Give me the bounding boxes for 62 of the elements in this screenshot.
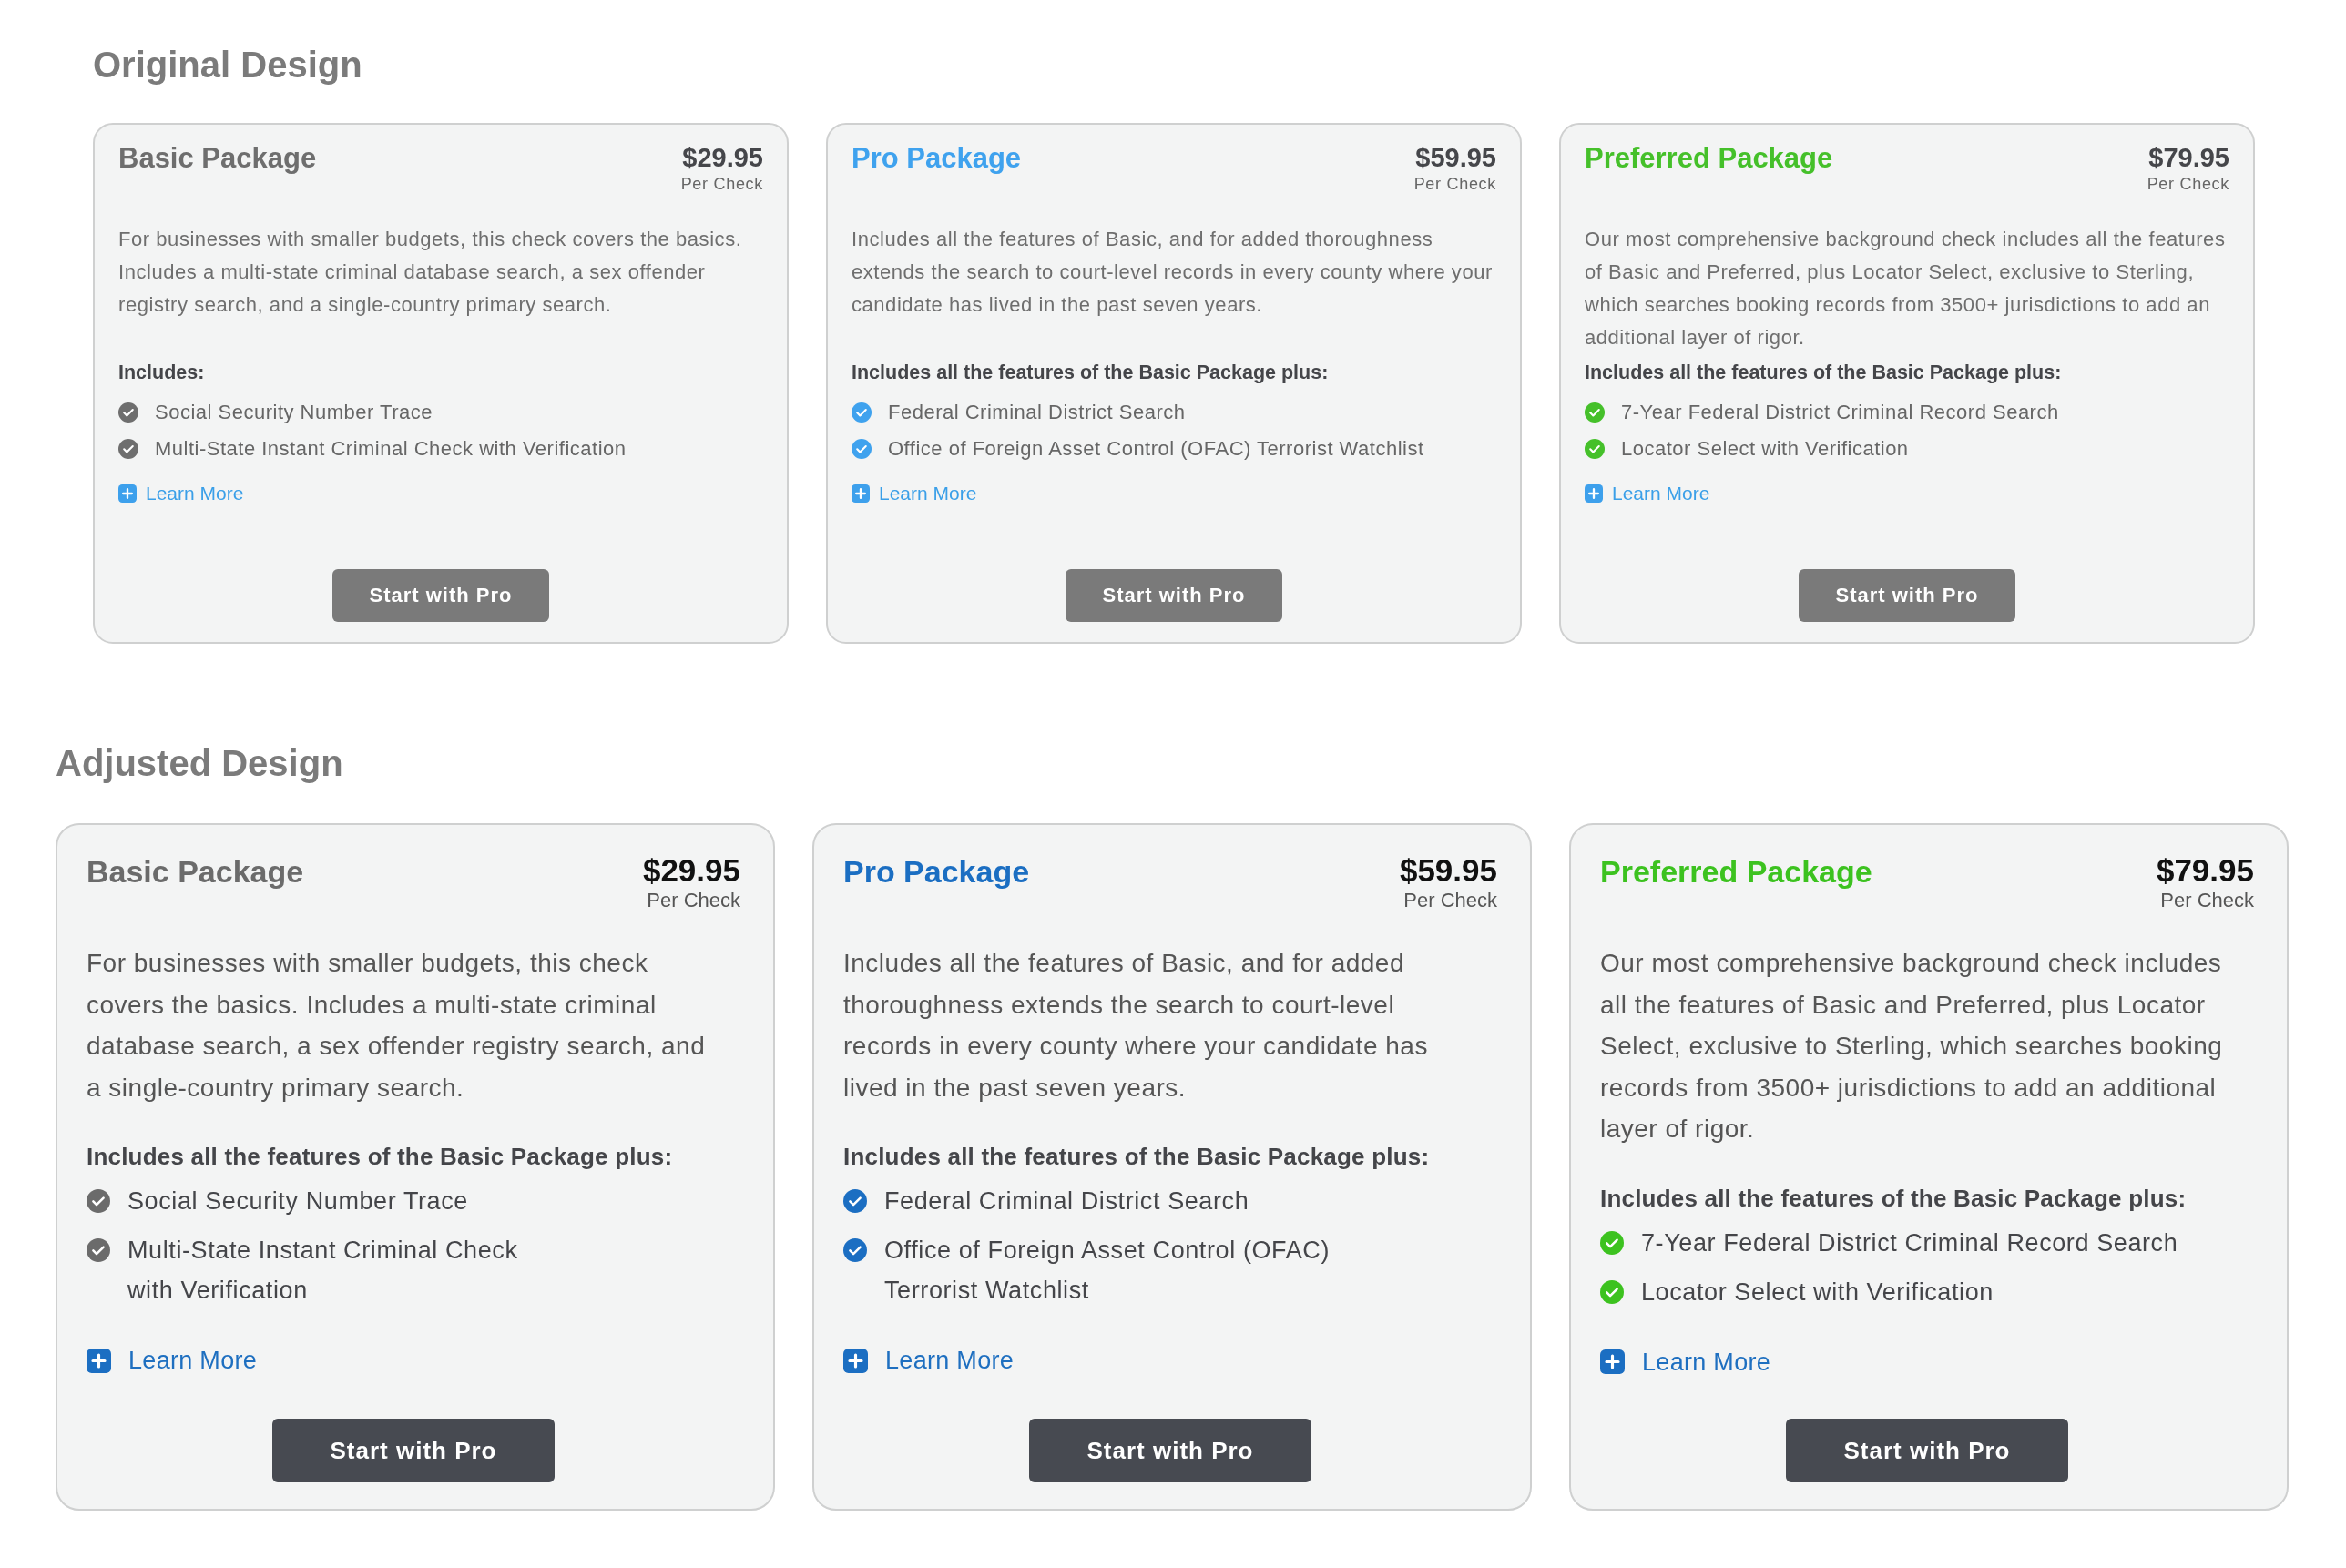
- feature-text: Social Security Number Trace: [128, 1186, 468, 1217]
- feature-text: 7-Year Federal District Criminal Record Search: [1641, 1227, 2178, 1258]
- start-button[interactable]: Start with Pro: [332, 569, 549, 622]
- package-description: For businesses with smaller budgets, this check covers the basics. Includes a multi-state criminal database search, a sex offender registry search, and a single-country primary search.: [87, 948, 707, 1104]
- plus-icon: [1600, 1349, 1625, 1374]
- feature-text: Federal Criminal District Search: [888, 400, 1186, 425]
- learn-more-link[interactable]: Learn More: [87, 1342, 258, 1379]
- learn-more-link[interactable]: Learn More: [1600, 1343, 1771, 1380]
- price-unit: Per Check: [680, 174, 763, 194]
- package-description: Includes all the features of Basic, and for added thoroughness extends the search to court-level records in every county where your candidate has lived in the past seven years.: [843, 948, 1429, 1104]
- price: $59.95: [1415, 142, 1496, 174]
- features-heading: Includes all the features of the Basic Package plus:: [843, 1142, 1431, 1172]
- feature-text: Social Security Number Trace: [155, 400, 433, 425]
- package-description: For businesses with smaller budgets, this check covers the basics. Includes a multi-state criminal database search, a sex offender registry search, and a single-country primary search.: [118, 227, 743, 318]
- package-title: Pro Package: [852, 141, 1022, 175]
- learn-more-link[interactable]: Learn More: [1585, 480, 1710, 507]
- plus-icon: [1585, 484, 1603, 503]
- plus-icon: [87, 1348, 111, 1373]
- learn-more-link[interactable]: Learn More: [843, 1342, 1015, 1379]
- feature-text: Locator Select with Verification: [1641, 1277, 1994, 1308]
- plus-icon: [852, 484, 870, 503]
- feature-text: Federal Criminal District Search: [884, 1186, 1250, 1217]
- price-unit: Per Check: [2147, 174, 2229, 194]
- features-heading: Includes:: [118, 361, 206, 385]
- plus-icon: [843, 1348, 868, 1373]
- package-title: Preferred Package: [1585, 141, 1833, 175]
- package-title: Basic Package: [87, 853, 304, 891]
- package-description: Our most comprehensive background check includes all the features of Basic and Preferred, plus Locator Select, exclusive to Sterling, which searches booking records from 3500+ jurisdictions to add an additional layer of rigor.: [1600, 948, 2224, 1145]
- package-description: Includes all the features of Basic, and for added thoroughness extends the search to court-level records in every county where your candidate has lived in the past seven years.: [852, 227, 1494, 318]
- package-title: Pro Package: [843, 853, 1030, 891]
- price: $29.95: [682, 142, 763, 174]
- feature-text: Office of Foreign Asset Control (OFAC) Terrorist Watchlist: [888, 436, 1424, 462]
- start-button[interactable]: Start with Pro: [1066, 569, 1282, 622]
- section-heading: Adjusted Design: [56, 742, 344, 785]
- start-button[interactable]: Start with Pro: [1029, 1419, 1311, 1482]
- features-heading: Includes all the features of the Basic Package plus:: [1585, 361, 2063, 385]
- feature-text: Multi-State Instant Criminal Check with Verification: [128, 1236, 518, 1306]
- learn-more-link[interactable]: Learn More: [118, 480, 244, 507]
- learn-more-link[interactable]: Learn More: [852, 480, 977, 507]
- feature-text: Multi-State Instant Criminal Check with Verification: [155, 436, 627, 462]
- price: $79.95: [2156, 852, 2254, 889]
- features-heading: Includes all the features of the Basic Package plus:: [1600, 1183, 2188, 1214]
- feature-text: 7-Year Federal District Criminal Record Search: [1621, 400, 2059, 425]
- features-heading: Includes all the features of the Basic Package plus:: [852, 361, 1330, 385]
- price: $29.95: [642, 852, 740, 889]
- price-unit: Per Check: [647, 889, 740, 912]
- feature-text: Office of Foreign Asset Control (OFAC) Terrorist Watchlist: [884, 1236, 1330, 1306]
- package-title: Basic Package: [118, 141, 317, 175]
- feature-text: Locator Select with Verification: [1621, 436, 1909, 462]
- price: $59.95: [1399, 852, 1497, 889]
- price-unit: Per Check: [1403, 889, 1497, 912]
- plus-icon: [118, 484, 137, 503]
- start-button[interactable]: Start with Pro: [272, 1419, 555, 1482]
- section-heading: Original Design: [93, 44, 363, 87]
- start-button[interactable]: Start with Pro: [1786, 1419, 2068, 1482]
- package-title: Preferred Package: [1600, 853, 1872, 891]
- price-unit: Per Check: [1413, 174, 1496, 194]
- features-heading: Includes all the features of the Basic Package plus:: [87, 1142, 674, 1172]
- start-button[interactable]: Start with Pro: [1799, 569, 2015, 622]
- price-unit: Per Check: [2160, 889, 2254, 912]
- price: $79.95: [2148, 142, 2229, 174]
- package-description: Our most comprehensive background check includes all the features of Basic and Preferred, plus Locator Select, exclusive to Sterling, which searches booking records from 3500+ jurisdictions to add an additional layer of rigor.: [1585, 227, 2227, 351]
